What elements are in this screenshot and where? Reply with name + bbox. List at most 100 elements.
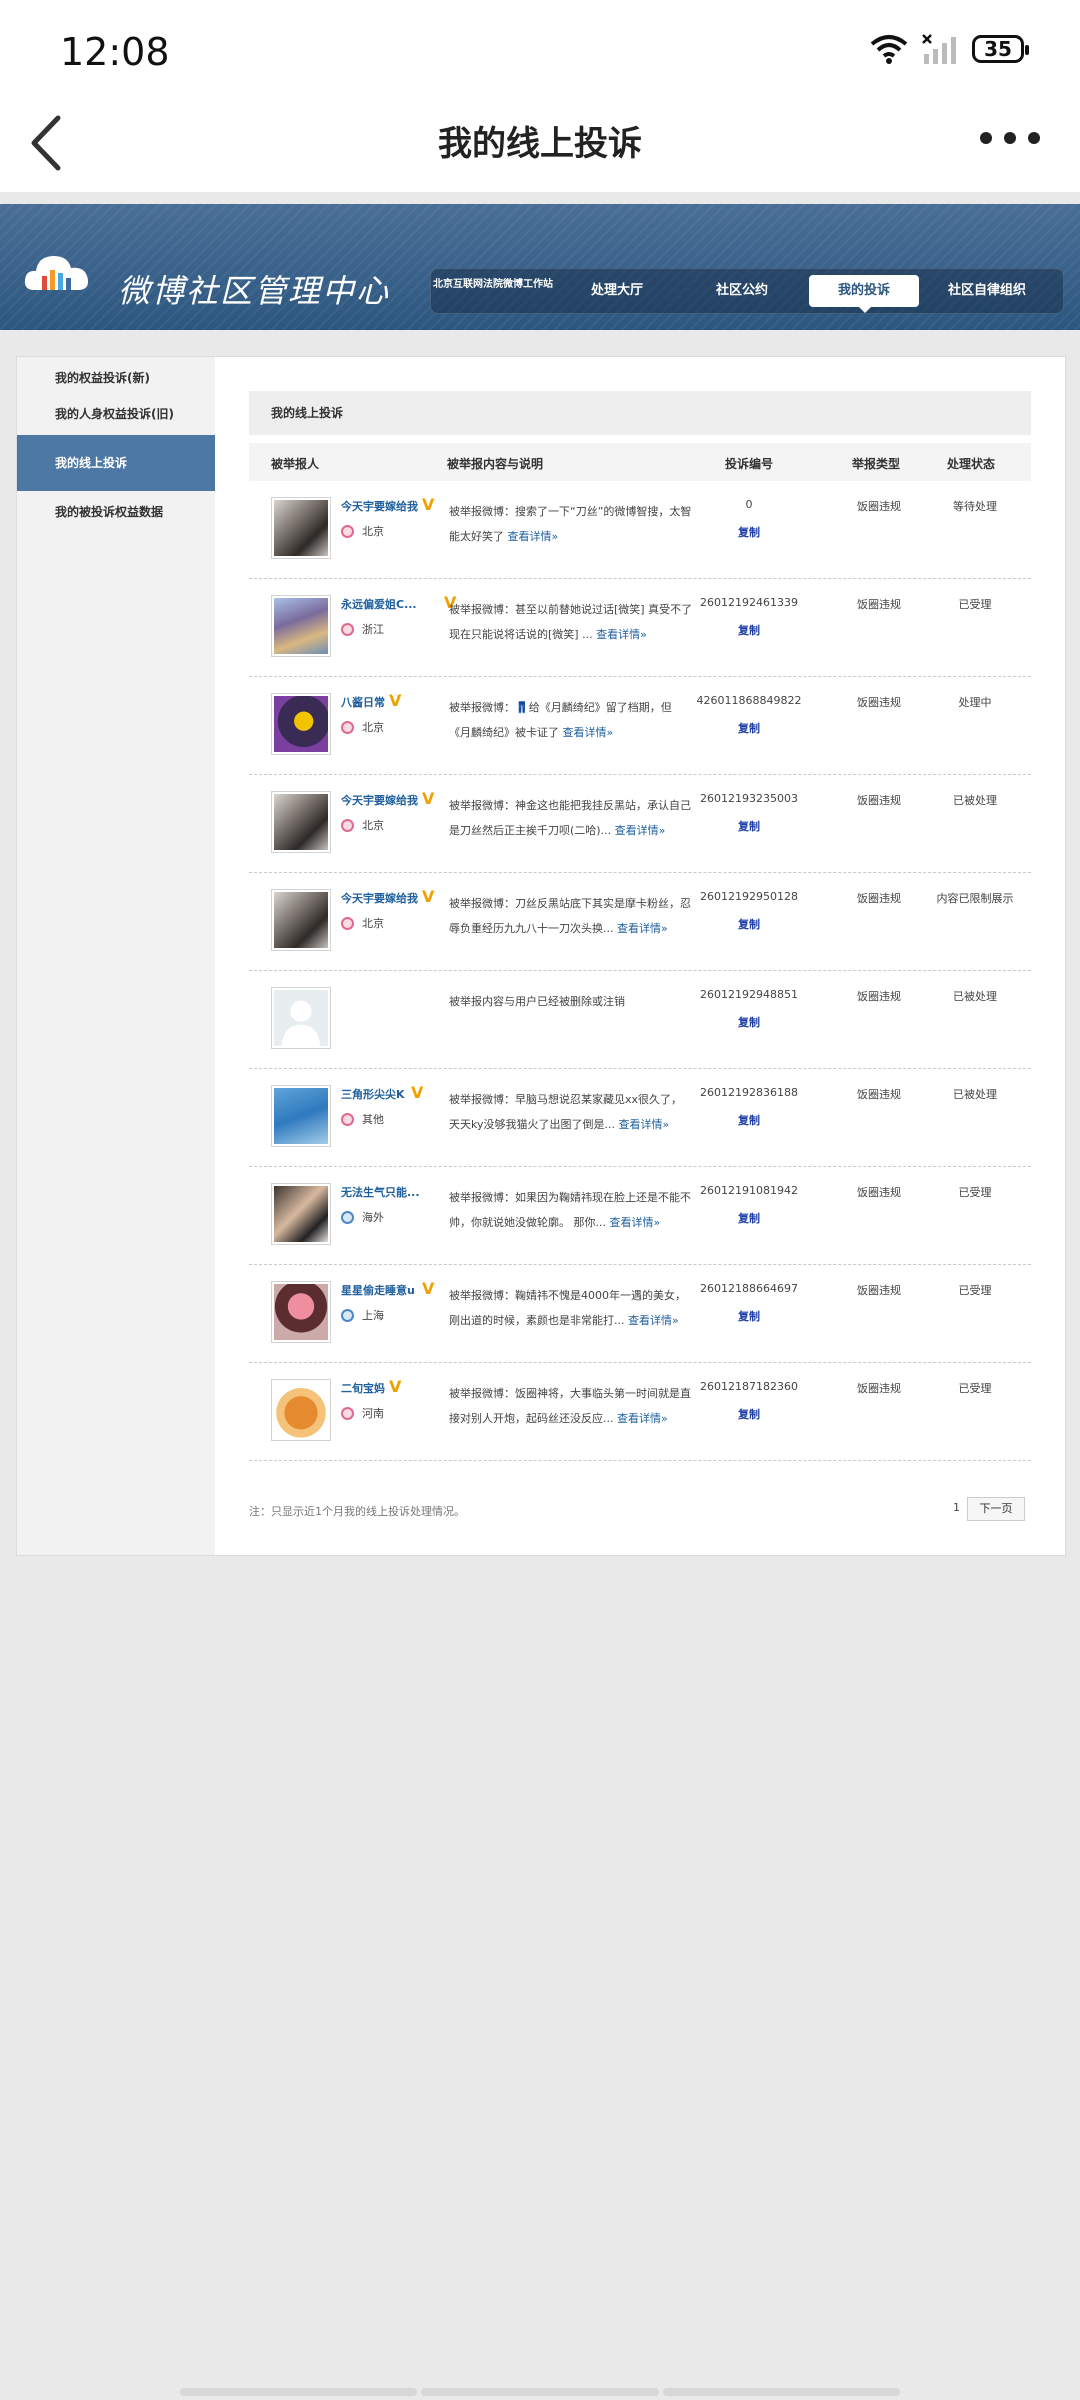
- table-row: 被举报内容与用户已经被删除或注销 26012192948851 复制 饭圈违规 已被处…: [249, 971, 1031, 1069]
- location-text: 北京: [362, 819, 384, 832]
- battery-icon: 35: [972, 35, 1029, 63]
- col-status: 处理状态: [947, 457, 996, 471]
- user-location: 河南: [341, 1405, 384, 1421]
- reported-username[interactable]: 今天宇要嫁给我: [341, 498, 418, 514]
- brand-title: 微博社区管理中心: [118, 272, 391, 310]
- verified-badge-icon: V: [422, 495, 435, 514]
- reported-username[interactable]: 二旬宝妈: [341, 1380, 385, 1396]
- reported-username[interactable]: 今天宇要嫁给我: [341, 890, 418, 906]
- main-content: 我的线上投诉 被举报人 被举报内容与说明 投诉编号 举报类型 处理状态 今天宇要…: [249, 391, 1031, 1461]
- avatar[interactable]: [271, 1183, 331, 1245]
- avatar[interactable]: [271, 497, 331, 559]
- nav-convention[interactable]: 社区公约: [679, 275, 805, 307]
- copy-button[interactable]: 复制: [689, 720, 809, 736]
- nav-my-complaints[interactable]: 我的投诉: [809, 275, 919, 313]
- next-page-button[interactable]: 下一页: [967, 1497, 1025, 1521]
- sidebar-item-online[interactable]: 我的线上投诉: [17, 435, 215, 491]
- col-code: 投诉编号: [725, 457, 774, 471]
- table-row: 无法生气只能... 海外 被举报微博：如果因为鞠婧祎现在脸上还是不能不帅，你就说她没…: [249, 1167, 1031, 1265]
- copy-button[interactable]: 复制: [689, 1014, 809, 1030]
- status-badge: 已受理: [958, 598, 992, 611]
- gender-icon: [341, 818, 354, 832]
- verified-badge-icon: V: [422, 789, 435, 808]
- complaint-code: 26012193235003: [700, 792, 798, 805]
- more-menu-icon[interactable]: [980, 128, 1040, 148]
- complaint-table: 今天宇要嫁给我 V 北京 被举报微博：搜索了一下“刀丝”的微博智搜，太智能太好笑了 查…: [249, 481, 1031, 1461]
- view-details-link[interactable]: 查看详情»: [618, 1118, 669, 1131]
- report-type: 饭圈违规: [857, 1088, 901, 1101]
- reported-username[interactable]: 永远偏爱姐C...: [341, 596, 417, 612]
- table-row: 今天宇要嫁给我 V 北京 被举报微博：刀丝反黑站底下其实是摩卡粉丝，忍辱负重经历九九八…: [249, 873, 1031, 971]
- copy-button[interactable]: 复制: [689, 818, 809, 834]
- avatar[interactable]: [271, 595, 331, 657]
- table-row: 今天宇要嫁给我 V 北京 被举报微博：搜索了一下“刀丝”的微博智搜，太智能太好笑了 查…: [249, 481, 1031, 579]
- nav-court-station[interactable]: 北京互联网法院微博工作站: [431, 275, 555, 307]
- reported-username[interactable]: 无法生气只能...: [341, 1184, 420, 1200]
- table-row: 二旬宝妈 V 河南 被举报微博：饭圈神将，大事临头第一时间就是直接对别人开炮，起码丝还…: [249, 1363, 1031, 1461]
- copy-button[interactable]: 复制: [689, 1406, 809, 1422]
- reported-username[interactable]: 今天宇要嫁给我: [341, 792, 418, 808]
- copy-button[interactable]: 复制: [689, 1210, 809, 1226]
- location-text: 上海: [362, 1309, 384, 1322]
- status-badge: 已被处理: [953, 990, 997, 1003]
- view-details-link[interactable]: 查看详情»: [508, 530, 559, 543]
- gender-icon: [341, 1112, 354, 1126]
- avatar[interactable]: [271, 693, 331, 755]
- verified-badge-icon: V: [422, 1279, 435, 1298]
- gender-icon: [341, 622, 354, 636]
- view-details-link[interactable]: 查看详情»: [628, 1314, 679, 1327]
- copy-button[interactable]: 复制: [689, 916, 809, 932]
- copy-button[interactable]: 复制: [689, 1308, 809, 1324]
- home-indicator[interactable]: [180, 2388, 900, 2396]
- location-text: 海外: [362, 1211, 384, 1224]
- reported-username[interactable]: 星星偷走睡意u: [341, 1282, 415, 1298]
- col-reported-user: 被举报人: [271, 457, 320, 471]
- avatar[interactable]: [271, 889, 331, 951]
- view-details-link[interactable]: 查看详情»: [563, 726, 614, 739]
- avatar[interactable]: [271, 1379, 331, 1441]
- weibo-banner: 微博社区管理中心 北京互联网法院微博工作站 处理大厅 社区公约 我的投诉 社区自…: [0, 204, 1080, 330]
- copy-button[interactable]: 复制: [689, 1112, 809, 1128]
- avatar[interactable]: [271, 1281, 331, 1343]
- nav-self-discipline[interactable]: 社区自律组织: [927, 275, 1047, 307]
- sidebar: 我的权益投诉(新) 我的人身权益投诉(旧) 我的线上投诉 我的被投诉权益数据: [17, 357, 215, 1555]
- avatar[interactable]: [271, 791, 331, 853]
- status-badge: 已受理: [958, 1382, 992, 1395]
- view-details-link[interactable]: 查看详情»: [615, 824, 666, 837]
- complaint-description: 被举报微博：甚至以前替她说过话[微笑] 真受不了现在只能说将话说的[微笑] ..…: [449, 597, 693, 647]
- complaint-description: 被举报微博：早脑马想说忍某家藏见xx很久了，天天ky没够我猫火了出图了倒是...…: [449, 1087, 693, 1137]
- location-text: 北京: [362, 721, 384, 734]
- verified-badge-icon: V: [422, 887, 435, 906]
- view-details-link[interactable]: 查看详情»: [617, 922, 668, 935]
- reported-username[interactable]: 三角形尖尖K: [341, 1086, 405, 1102]
- view-details-link[interactable]: 查看详情»: [610, 1216, 661, 1229]
- report-type: 饭圈违规: [857, 794, 901, 807]
- reported-username[interactable]: 八酱日常: [341, 694, 385, 710]
- page-number[interactable]: 1: [953, 1501, 960, 1514]
- avatar[interactable]: [271, 1085, 331, 1147]
- status-badge: 已被处理: [953, 794, 997, 807]
- verified-badge-icon: V: [389, 691, 402, 710]
- copy-button[interactable]: 复制: [689, 622, 809, 638]
- sidebar-item-personal-old[interactable]: 我的人身权益投诉(旧): [17, 405, 215, 422]
- report-type: 饭圈违规: [857, 990, 901, 1003]
- page-title: 我的线上投诉: [438, 124, 642, 164]
- copy-button[interactable]: 复制: [689, 524, 809, 540]
- nav-hall[interactable]: 处理大厅: [555, 275, 679, 307]
- gender-icon: [341, 1406, 354, 1420]
- view-details-link[interactable]: 查看详情»: [617, 1412, 668, 1425]
- sidebar-item-rights-new[interactable]: 我的权益投诉(新): [17, 369, 215, 386]
- gender-icon: [341, 1308, 354, 1322]
- avatar[interactable]: [271, 987, 331, 1049]
- user-location: 北京: [341, 523, 384, 539]
- user-location: 北京: [341, 719, 384, 735]
- table-row: 八酱日常 V 北京 被举报微博：👖给《月麟绮纪》留了档期，但《月麟绮纪》被卡证了 查看…: [249, 677, 1031, 775]
- location-text: 其他: [362, 1113, 384, 1126]
- clock: 12:08: [60, 30, 170, 74]
- report-type: 饭圈违规: [857, 1284, 901, 1297]
- table-header: 被举报人 被举报内容与说明 投诉编号 举报类型 处理状态: [249, 443, 1031, 481]
- view-details-link[interactable]: 查看详情»: [596, 628, 647, 641]
- signal-icon: [922, 34, 956, 64]
- sidebar-item-complained-data[interactable]: 我的被投诉权益数据: [17, 503, 215, 520]
- gender-icon: [341, 524, 354, 538]
